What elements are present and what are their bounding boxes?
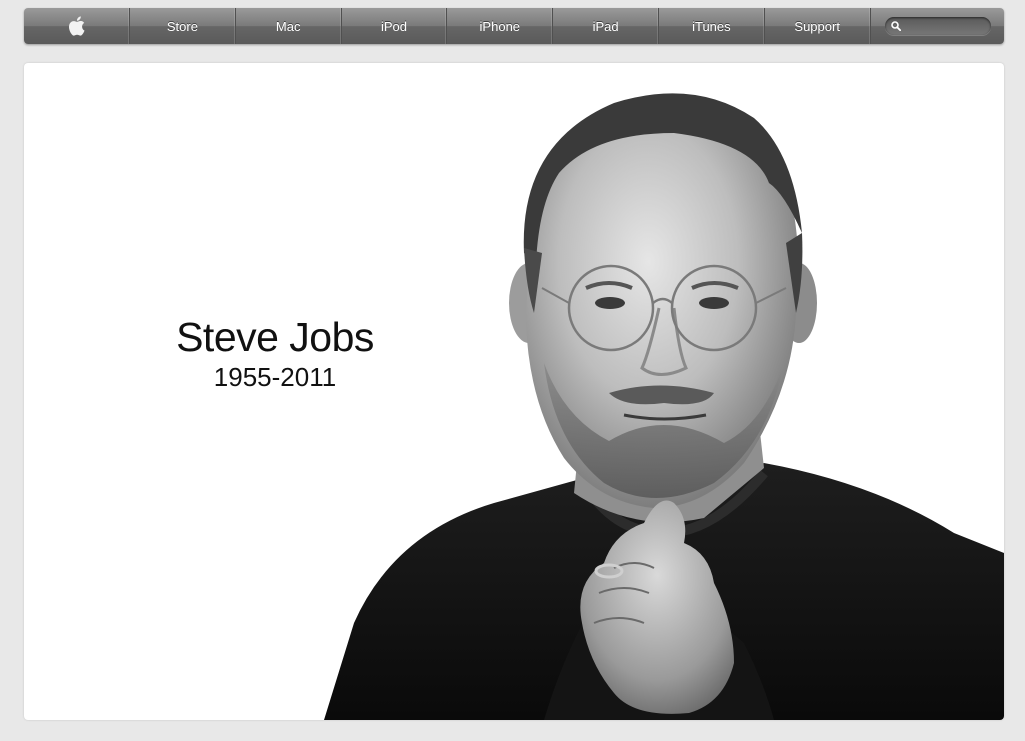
nav-itunes[interactable]: iTunes [659,8,765,44]
nav-iphone-label: iPhone [479,18,521,34]
nav-support[interactable]: Support [765,8,871,44]
search-icon [890,21,901,31]
portrait-image [324,93,1004,720]
nav-store[interactable]: Store [130,8,236,44]
apple-logo-icon [69,16,85,36]
hero-panel: Steve Jobs 1955-2011 [24,63,1004,720]
nav-iphone[interactable]: iPhone [447,8,554,44]
nav-itunes-label: iTunes [692,18,731,34]
apple-logo-link[interactable] [24,8,130,44]
nav-ipod[interactable]: iPod [342,8,448,44]
nav-support-label: Support [794,18,840,34]
nav-ipad-label: iPad [592,18,619,34]
nav-mac-label: Mac [275,18,301,34]
nav-ipad[interactable]: iPad [553,8,659,44]
nav-search [871,8,1004,44]
nav-mac[interactable]: Mac [236,8,342,44]
search-input[interactable] [904,20,985,32]
nav-ipod-label: iPod [380,18,407,34]
search-box[interactable] [884,17,991,35]
nav-store-label: Store [166,18,198,34]
global-nav: Store Mac iPod iPhone iPad iTunes Suppor… [24,8,1004,44]
